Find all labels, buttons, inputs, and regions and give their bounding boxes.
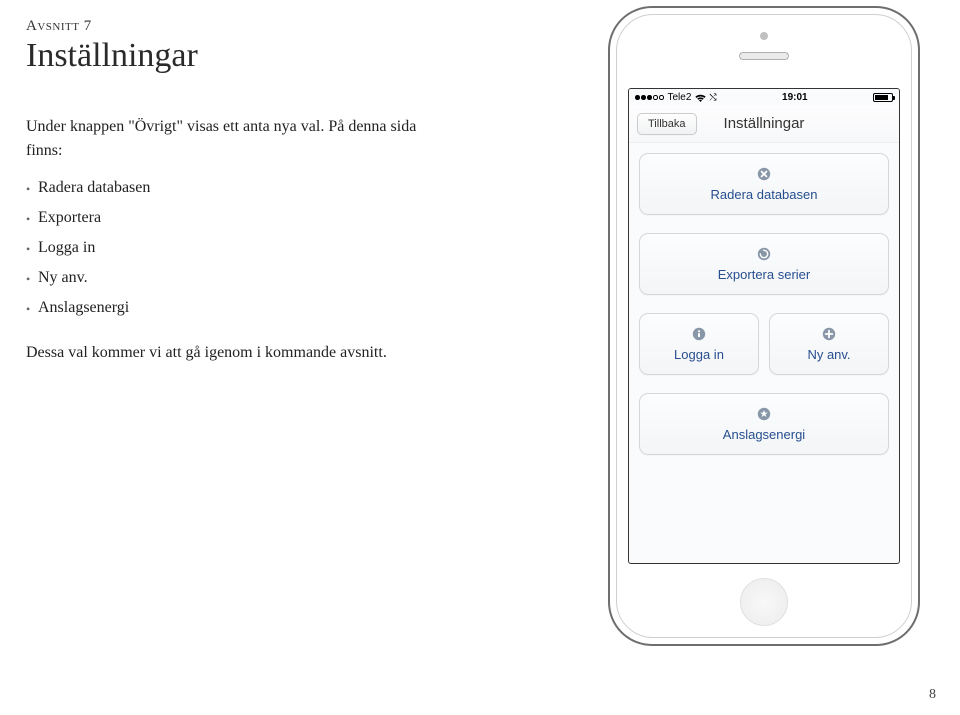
wifi-icon [695, 94, 705, 102]
list-item: Radera databasen [26, 173, 446, 203]
page-number: 8 [929, 687, 936, 703]
list-item: Logga in [26, 233, 446, 263]
list-item: Ny anv. [26, 263, 446, 293]
body-text: Under knappen "Övrigt" visas ett anta ny… [26, 115, 446, 365]
nav-bar: Tillbaka Inställningar [629, 105, 899, 143]
page: Avsnitt 7 Inställningar Under knappen "Ö… [0, 0, 960, 715]
export-series-button[interactable]: Exportera serier [639, 233, 889, 295]
signal-dots-icon [635, 95, 664, 100]
new-user-button[interactable]: Ny anv. [769, 313, 889, 375]
status-right [873, 93, 893, 102]
card-label: Logga in [674, 347, 724, 362]
phone-frame: Tele2 ⤭ 19:01 Tillbaka Inställningar [608, 6, 920, 646]
status-time: 19:01 [782, 92, 808, 103]
phone-speaker [739, 52, 789, 60]
star-circle-icon [757, 406, 772, 421]
phone-camera [760, 32, 768, 40]
card-area: Radera databasen Exportera serier Logga … [629, 143, 899, 465]
login-button[interactable]: Logga in [639, 313, 759, 375]
energy-button[interactable]: Anslagsenergi [639, 393, 889, 455]
intro-paragraph: Under knappen "Övrigt" visas ett anta ny… [26, 115, 446, 163]
card-label: Ny anv. [807, 347, 850, 362]
card-row: Logga in Ny anv. [639, 313, 889, 375]
info-circle-icon [692, 326, 707, 341]
back-button[interactable]: Tillbaka [637, 113, 697, 135]
alarm-icon: ⤭ [709, 92, 716, 103]
list-item: Anslagsenergi [26, 293, 446, 323]
outro-paragraph: Dessa val kommer vi att gå igenom i komm… [26, 341, 446, 365]
card-label: Radera databasen [711, 187, 818, 202]
bullet-list: Radera databasen Exportera Logga in Ny a… [26, 173, 446, 323]
delete-database-button[interactable]: Radera databasen [639, 153, 889, 215]
close-circle-icon [757, 166, 772, 181]
card-label: Exportera serier [718, 267, 810, 282]
status-left: Tele2 ⤭ [635, 92, 717, 103]
list-item: Exportera [26, 203, 446, 233]
battery-icon [873, 93, 893, 102]
card-label: Anslagsenergi [723, 427, 805, 442]
refresh-circle-icon [757, 246, 772, 261]
status-bar: Tele2 ⤭ 19:01 [629, 89, 899, 105]
plus-circle-icon [822, 326, 837, 341]
carrier-label: Tele2 [668, 92, 692, 103]
phone-screen: Tele2 ⤭ 19:01 Tillbaka Inställningar [628, 88, 900, 564]
home-button[interactable] [740, 578, 788, 626]
